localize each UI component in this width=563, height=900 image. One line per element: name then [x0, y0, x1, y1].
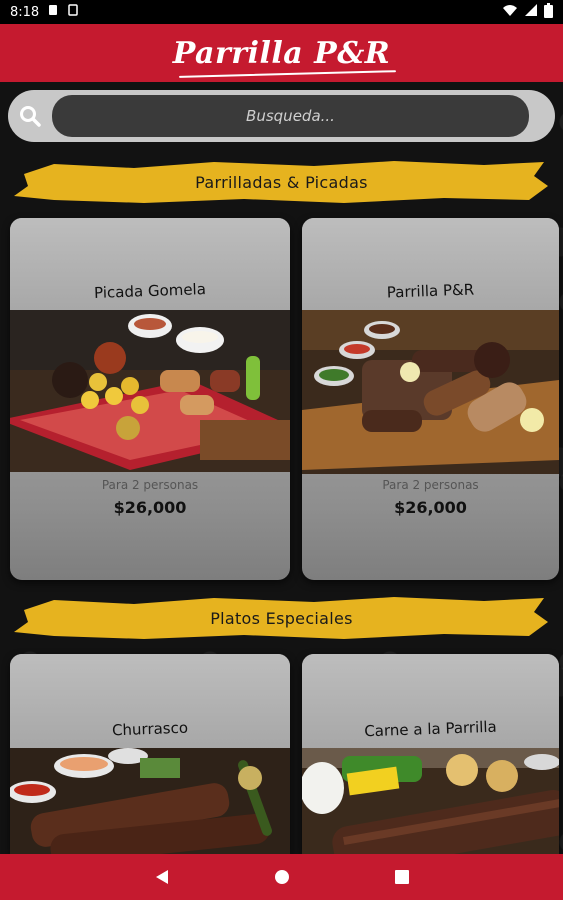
app-logo: Parrilla P&R	[173, 36, 397, 78]
card-price: $26,000	[394, 498, 467, 517]
sim-icon	[67, 4, 79, 20]
food-image	[10, 310, 290, 472]
food-image	[302, 748, 559, 854]
food-image	[302, 310, 559, 474]
section-title: Platos Especiales	[210, 608, 353, 628]
search-bar	[8, 90, 555, 142]
signal-icon	[524, 3, 538, 21]
menu-card-churrasco[interactable]: Churrasco	[10, 654, 290, 854]
menu-card-picada-gomela[interactable]: Picada Gomela Para 2 personas $26,000	[10, 218, 290, 580]
status-time: 8:18	[10, 4, 40, 20]
card-subtitle: Para 2 personas	[101, 478, 199, 492]
app-bar: Parrilla P&R	[0, 24, 563, 82]
food-image	[10, 748, 290, 854]
status-bar: 8:18	[0, 0, 563, 24]
wifi-icon	[502, 3, 518, 21]
search-input[interactable]	[52, 95, 529, 137]
section-title: Parrilladas & Picadas	[195, 172, 368, 192]
recents-icon[interactable]	[392, 867, 412, 887]
card-price: $26,000	[113, 498, 187, 517]
battery-icon	[544, 2, 553, 22]
card-subtitle: Para 2 personas	[382, 478, 479, 492]
menu-card-carne-a-la-parrilla[interactable]: Carne a la Parrilla	[302, 654, 559, 854]
back-icon[interactable]	[152, 867, 172, 887]
section-banner-parrilladas: Parrilladas & Picadas	[14, 156, 549, 208]
navigation-bar	[0, 854, 563, 900]
notification-icon	[47, 4, 59, 20]
search-icon[interactable]	[8, 105, 52, 127]
section-banner-especiales: Platos Especiales	[14, 592, 549, 644]
home-icon[interactable]	[272, 867, 292, 887]
menu-card-parrilla-pr[interactable]: Parrilla P&R Para 2 personas $26,000	[302, 218, 559, 580]
